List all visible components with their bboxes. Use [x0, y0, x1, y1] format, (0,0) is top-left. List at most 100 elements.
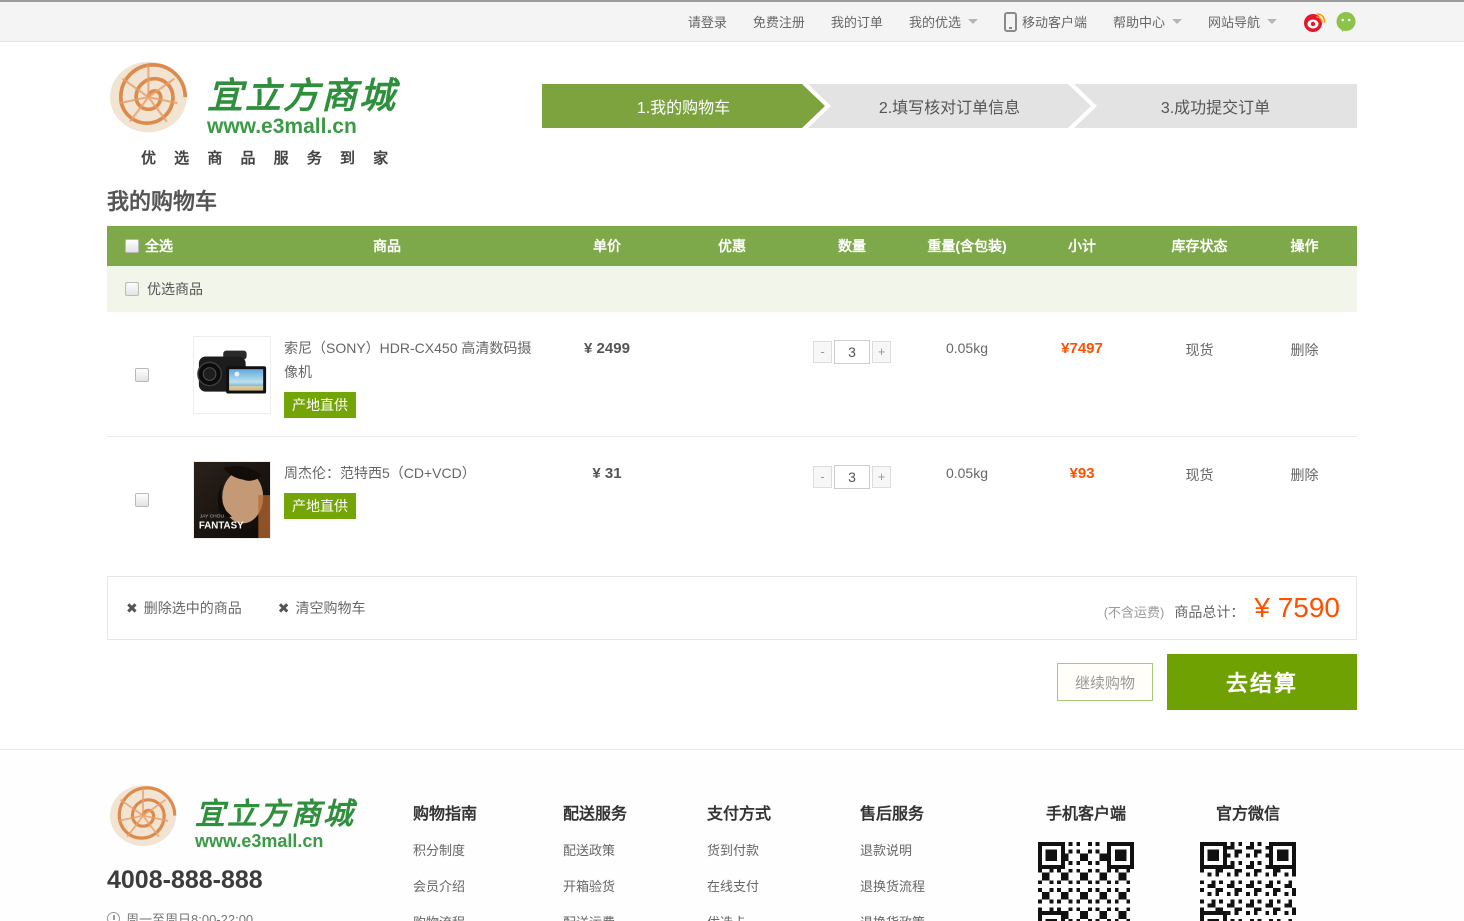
column-subtotal: 小计: [1017, 236, 1147, 256]
unit-price: ¥ 31: [537, 461, 677, 564]
qr-code-icon: [1038, 842, 1134, 921]
footer-link[interactable]: 货到付款: [707, 840, 860, 859]
qr-code-icon: [1200, 842, 1296, 921]
footer-column-title: 支付方式: [707, 800, 860, 824]
footer-mobile-app-qr: 手机客户端: [1038, 800, 1134, 921]
checkout-button[interactable]: 去结算: [1167, 654, 1357, 710]
svg-text:JAY CHOU: JAY CHOU: [200, 514, 225, 520]
clear-cart-label: 清空购物车: [295, 598, 365, 618]
my-picks-link[interactable]: 我的优选: [909, 12, 978, 31]
stock-status: 现货: [1147, 336, 1252, 436]
footer-link[interactable]: 退款说明: [860, 840, 990, 859]
delete-selected-link[interactable]: ✖ 删除选中的商品: [126, 598, 242, 618]
my-orders-link[interactable]: 我的订单: [831, 12, 883, 31]
page-footer: 宜立方商城 www.e3mall.cn 4008-888-888 周一至周日8:…: [0, 749, 1464, 921]
mobile-phone-icon: [1004, 12, 1017, 32]
footer-logo[interactable]: 宜立方商城 www.e3mall.cn: [107, 770, 405, 850]
delete-item-link[interactable]: 删除: [1291, 342, 1319, 358]
product-title-link[interactable]: 索尼（SONY）HDR-CX450 高清数码摄像机: [284, 336, 537, 384]
product-image-fantasy-album[interactable]: JAY CHOU FANTASY: [193, 461, 271, 539]
clear-cart-link[interactable]: ✖ 清空购物车: [278, 598, 366, 618]
total-value: ¥ 7590: [1254, 592, 1340, 624]
item-subtotal: ¥93: [1017, 461, 1147, 564]
item-weight: 0.05kg: [917, 336, 1017, 436]
column-quantity: 数量: [787, 236, 917, 256]
nautilus-shell-logo-icon: [107, 51, 199, 137]
group-select-checkbox[interactable]: [125, 282, 139, 296]
cart-item-row: 索尼（SONY）HDR-CX450 高清数码摄像机 产地直供 ¥ 2499 - …: [107, 312, 1357, 436]
footer-wechat-qr: 官方微信: [1200, 800, 1296, 921]
footer-link[interactable]: 配送运费: [563, 912, 707, 921]
help-center-label: 帮助中心: [1113, 12, 1165, 31]
cart-table-header: 全选 商品 单价 优惠 数量 重量(含包装) 小计 库存状态 操作: [107, 226, 1357, 266]
login-link[interactable]: 请登录: [688, 12, 727, 31]
step-3-order-submitted: 3.成功提交订单: [1074, 84, 1357, 128]
cart-summary-bar: ✖ 删除选中的商品 ✖ 清空购物车 (不含运费) 商品总计： ¥ 7590: [107, 576, 1357, 640]
select-all-checkbox[interactable]: [125, 239, 139, 253]
page-header: 宜立方商城 www.e3mall.cn 优 选 商 品 服 务 到 家 1.我的…: [0, 42, 1464, 170]
column-discount: 优惠: [677, 236, 787, 256]
freight-note: (不含运费): [1104, 602, 1165, 621]
quantity-input[interactable]: [834, 340, 870, 364]
quantity-decrease-button[interactable]: -: [813, 341, 832, 363]
service-hours: 周一至周日8:00-22:00: [126, 909, 253, 921]
stock-status: 现货: [1147, 461, 1252, 564]
delete-x-icon: ✖: [126, 600, 138, 617]
footer-link[interactable]: 购物流程: [413, 912, 563, 921]
origin-direct-supply-badge: 产地直供: [284, 493, 356, 519]
quantity-decrease-button[interactable]: -: [813, 466, 832, 488]
step-2-confirm-order-info: 2.填写核对订单信息: [808, 84, 1091, 128]
quantity-increase-button[interactable]: +: [872, 341, 891, 363]
group-label: 优选商品: [147, 279, 203, 299]
qr-section-title: 手机客户端: [1038, 800, 1134, 824]
site-nav-label: 网站导航: [1208, 12, 1260, 31]
product-image-sony-camcorder[interactable]: [193, 336, 271, 414]
help-center-link[interactable]: 帮助中心: [1113, 12, 1182, 31]
site-logo[interactable]: 宜立方商城 www.e3mall.cn 优 选 商 品 服 务 到 家: [107, 45, 397, 168]
unit-price: ¥ 2499: [537, 336, 677, 436]
quantity-stepper: - +: [813, 340, 891, 364]
mobile-client-link[interactable]: 移动客户端: [1004, 12, 1087, 32]
topbar: 请登录 免费注册 我的订单 我的优选 移动客户端 帮助中心 网站导航: [0, 0, 1464, 42]
footer-column-title: 配送服务: [563, 800, 707, 824]
footer-column-after-sales: 售后服务 退款说明 退换货流程 退换货政策 隐私条款: [860, 800, 990, 921]
footer-link[interactable]: 退换货政策: [860, 912, 990, 921]
footer-link[interactable]: 开箱验货: [563, 876, 707, 895]
site-nav-link[interactable]: 网站导航: [1208, 12, 1277, 31]
step-1-my-cart: 1.我的购物车: [542, 84, 825, 128]
footer-link[interactable]: 配送政策: [563, 840, 707, 859]
quantity-input[interactable]: [834, 465, 870, 489]
item-weight: 0.05kg: [917, 461, 1017, 564]
footer-link[interactable]: 积分制度: [413, 840, 563, 859]
logo-url: www.e3mall.cn: [207, 116, 397, 137]
delete-x-icon: ✖: [278, 600, 290, 617]
item-subtotal: ¥7497: [1017, 336, 1147, 436]
quantity-increase-button[interactable]: +: [872, 466, 891, 488]
cart-item-row: JAY CHOU FANTASY 周杰伦：范特西5（CD+VCD） 产地直供 ¥…: [107, 436, 1357, 564]
mobile-client-label: 移动客户端: [1022, 12, 1087, 31]
delete-item-link[interactable]: 删除: [1291, 467, 1319, 483]
footer-link[interactable]: 退换货流程: [860, 876, 990, 895]
discount: [677, 336, 787, 436]
column-actions: 操作: [1252, 236, 1357, 256]
cart-main: 我的购物车 全选 商品 单价 优惠 数量 重量(含包装) 小计 库存状态 操作 …: [107, 184, 1357, 710]
continue-shopping-button[interactable]: 继续购物: [1057, 663, 1153, 701]
footer-link[interactable]: 在线支付: [707, 876, 860, 895]
qr-section-title: 官方微信: [1200, 800, 1296, 824]
column-product: 商品: [237, 236, 537, 256]
cart-actions: 继续购物 去结算: [107, 654, 1357, 710]
footer-link[interactable]: 优选卡: [707, 912, 860, 921]
svg-text:FANTASY: FANTASY: [199, 520, 244, 531]
wechat-icon[interactable]: [1335, 11, 1357, 33]
product-title-link[interactable]: 周杰伦：范特西5（CD+VCD）: [284, 461, 476, 485]
discount: [677, 461, 787, 564]
footer-link[interactable]: 会员介绍: [413, 876, 563, 895]
footer-column-shopping-guide: 购物指南 积分制度 会员介绍 购物流程 常见问题: [413, 800, 563, 921]
register-link[interactable]: 免费注册: [753, 12, 805, 31]
item-select-checkbox[interactable]: [135, 493, 149, 507]
service-phone-number: 4008-888-888: [107, 866, 405, 895]
item-select-checkbox[interactable]: [135, 368, 149, 382]
weibo-icon[interactable]: [1303, 11, 1325, 33]
column-unit-price: 单价: [537, 236, 677, 256]
quantity-stepper: - +: [813, 465, 891, 489]
